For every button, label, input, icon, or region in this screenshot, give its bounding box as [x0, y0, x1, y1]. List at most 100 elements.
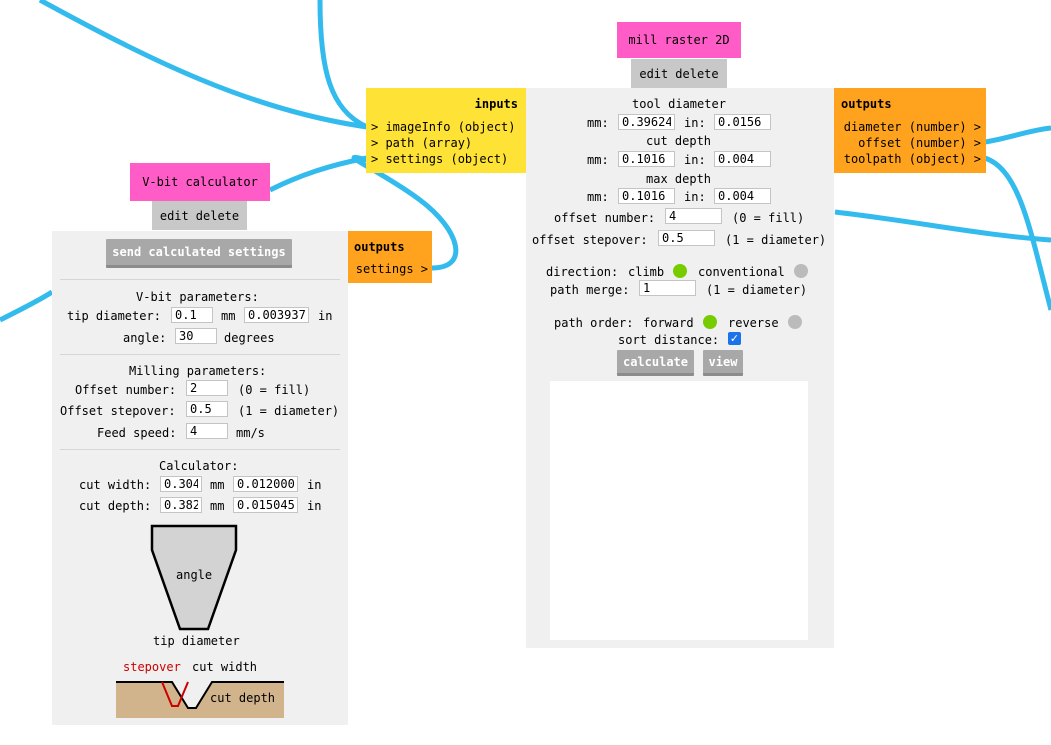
- output-diameter[interactable]: diameter (number) >: [844, 120, 981, 134]
- direction-label: direction:: [546, 265, 619, 279]
- degrees-unit: degrees: [224, 331, 275, 345]
- cut-width-label: cut width:: [79, 478, 152, 492]
- tool-diameter-label: tool diameter: [632, 97, 726, 111]
- vbit-params-heading: V-bit parameters:: [136, 290, 259, 304]
- mill-panel: tool diameter mm: in: cut depth mm: in: …: [526, 88, 834, 648]
- divider: [60, 279, 340, 280]
- output-toolpath[interactable]: toolpath (object) >: [844, 152, 981, 166]
- path-merge-input[interactable]: [639, 280, 696, 296]
- climb-label: climb: [628, 265, 665, 279]
- output-settings[interactable]: settings >: [356, 262, 428, 276]
- vbit-panel: send calculated settings V-bit parameter…: [52, 231, 348, 725]
- input-path[interactable]: > path (array): [371, 136, 472, 150]
- mill-edit-bar: edit delete: [631, 59, 727, 88]
- vbit-delete-button[interactable]: delete: [196, 209, 239, 223]
- vbit-offset-number-hint: (0 = fill): [238, 383, 311, 397]
- tip-mm-unit: mm: [221, 309, 236, 323]
- mill-outputs-box: outputs diameter (number) > offset (numb…: [834, 88, 986, 173]
- mill-inputs-box: inputs > imageInfo (object) > path (arra…: [366, 88, 526, 173]
- input-settings[interactable]: > settings (object): [371, 152, 508, 166]
- cut-in-label: in:: [684, 153, 706, 167]
- cut-width-in-input[interactable]: [233, 476, 298, 492]
- output-offset[interactable]: offset (number) >: [858, 136, 981, 150]
- wire-offset-out: [834, 209, 1051, 243]
- diagram-cut-width-label: cut width: [192, 660, 258, 674]
- max-depth-in-input[interactable]: [714, 188, 771, 204]
- offset-stepover-input[interactable]: [658, 230, 715, 246]
- cut-depth-mm-input[interactable]: [160, 497, 202, 513]
- offset-stepover-hint: (1 = diameter): [725, 233, 827, 247]
- wire-top-to-settings: [317, 0, 369, 130]
- feed-speed-input[interactable]: [186, 423, 228, 439]
- diagram-angle-label: angle: [176, 568, 213, 582]
- wire-toolpath-out: [984, 155, 1051, 311]
- offset-number-input[interactable]: [665, 208, 722, 224]
- forward-radio[interactable]: [703, 315, 717, 329]
- milling-params-heading: Milling parameters:: [129, 364, 267, 378]
- offset-stepover-label: offset stepover:: [532, 233, 648, 247]
- angle-input[interactable]: [175, 328, 217, 344]
- max-in-label: in:: [684, 190, 706, 204]
- reverse-radio[interactable]: [788, 315, 802, 329]
- calculate-button[interactable]: calculate: [617, 350, 694, 376]
- input-imageinfo[interactable]: > imageInfo (object): [371, 120, 516, 134]
- tool-in-label: in:: [684, 116, 706, 130]
- tip-diameter-label: tip diameter:: [67, 309, 161, 323]
- vbit-edit-button[interactable]: edit: [160, 209, 189, 223]
- mill-delete-button[interactable]: delete: [675, 67, 718, 81]
- vbit-cut-depth-label: cut depth:: [79, 499, 152, 513]
- tool-diameter-mm-input[interactable]: [618, 114, 675, 130]
- diagram-tip-diameter-label: tip diameter: [153, 634, 240, 648]
- cut-depth-in-input[interactable]: [714, 151, 771, 167]
- vbit-edit-bar: edit delete: [152, 201, 247, 230]
- vbit-title[interactable]: V-bit calculator: [130, 163, 270, 201]
- cut-depth-in-unit: in: [307, 499, 322, 513]
- vbit-offset-number-label: Offset number:: [75, 383, 177, 397]
- wire-left-in: [0, 289, 54, 323]
- wire-diameter-out: [984, 125, 1051, 145]
- conventional-label: conventional: [698, 265, 785, 279]
- tool-diameter-in-input[interactable]: [714, 114, 771, 130]
- path-merge-hint: (1 = diameter): [706, 283, 808, 297]
- cut-width-mm-input[interactable]: [160, 476, 202, 492]
- diagram-cut-depth-label: cut depth: [210, 691, 276, 705]
- angle-label: angle:: [123, 331, 167, 345]
- feed-speed-label: Feed speed:: [97, 426, 177, 440]
- cut-depth-mm-input[interactable]: [618, 151, 675, 167]
- mill-outputs-title: outputs: [841, 97, 892, 111]
- divider: [60, 354, 340, 355]
- wire-vbit-title: [268, 155, 368, 193]
- cut-mm-label: mm:: [587, 153, 609, 167]
- toolpath-preview-canvas[interactable]: [550, 381, 808, 640]
- cut-depth-mm-unit: mm: [210, 499, 225, 513]
- tool-mm-label: mm:: [587, 116, 609, 130]
- offset-number-label: offset number:: [554, 211, 656, 225]
- path-merge-label: path merge:: [550, 283, 630, 297]
- mill-inputs-title: inputs: [474, 97, 518, 111]
- max-depth-mm-input[interactable]: [618, 188, 675, 204]
- vbit-offset-stepover-hint: (1 = diameter): [238, 404, 340, 418]
- vbit-offset-number-input[interactable]: [186, 380, 228, 396]
- mill-edit-button[interactable]: edit: [639, 67, 668, 81]
- path-order-label: path order:: [554, 316, 634, 330]
- climb-radio[interactable]: [673, 264, 687, 278]
- sort-distance-checkbox[interactable]: ✓: [728, 332, 741, 345]
- vbit-offset-stepover-input[interactable]: [186, 401, 228, 417]
- reverse-label: reverse: [728, 316, 779, 330]
- offset-number-hint: (0 = fill): [732, 211, 805, 225]
- vbit-outputs-box: outputs settings >: [348, 231, 432, 283]
- diagram-stepover-label: stepover: [123, 660, 181, 674]
- max-depth-label: max depth: [646, 172, 712, 186]
- max-mm-label: mm:: [587, 190, 609, 204]
- send-calculated-settings-button[interactable]: send calculated settings: [106, 239, 292, 268]
- cut-depth-in-input[interactable]: [233, 497, 298, 513]
- divider: [60, 449, 340, 450]
- forward-label: forward: [643, 316, 694, 330]
- conventional-radio[interactable]: [794, 264, 808, 278]
- view-button[interactable]: view: [703, 350, 743, 376]
- cut-width-in-unit: in: [307, 478, 322, 492]
- tip-diameter-mm-input[interactable]: [171, 307, 213, 323]
- vbit-offset-stepover-label: Offset stepover:: [60, 404, 176, 418]
- tip-diameter-in-input[interactable]: [244, 307, 309, 323]
- mill-raster-title[interactable]: mill raster 2D: [617, 22, 741, 58]
